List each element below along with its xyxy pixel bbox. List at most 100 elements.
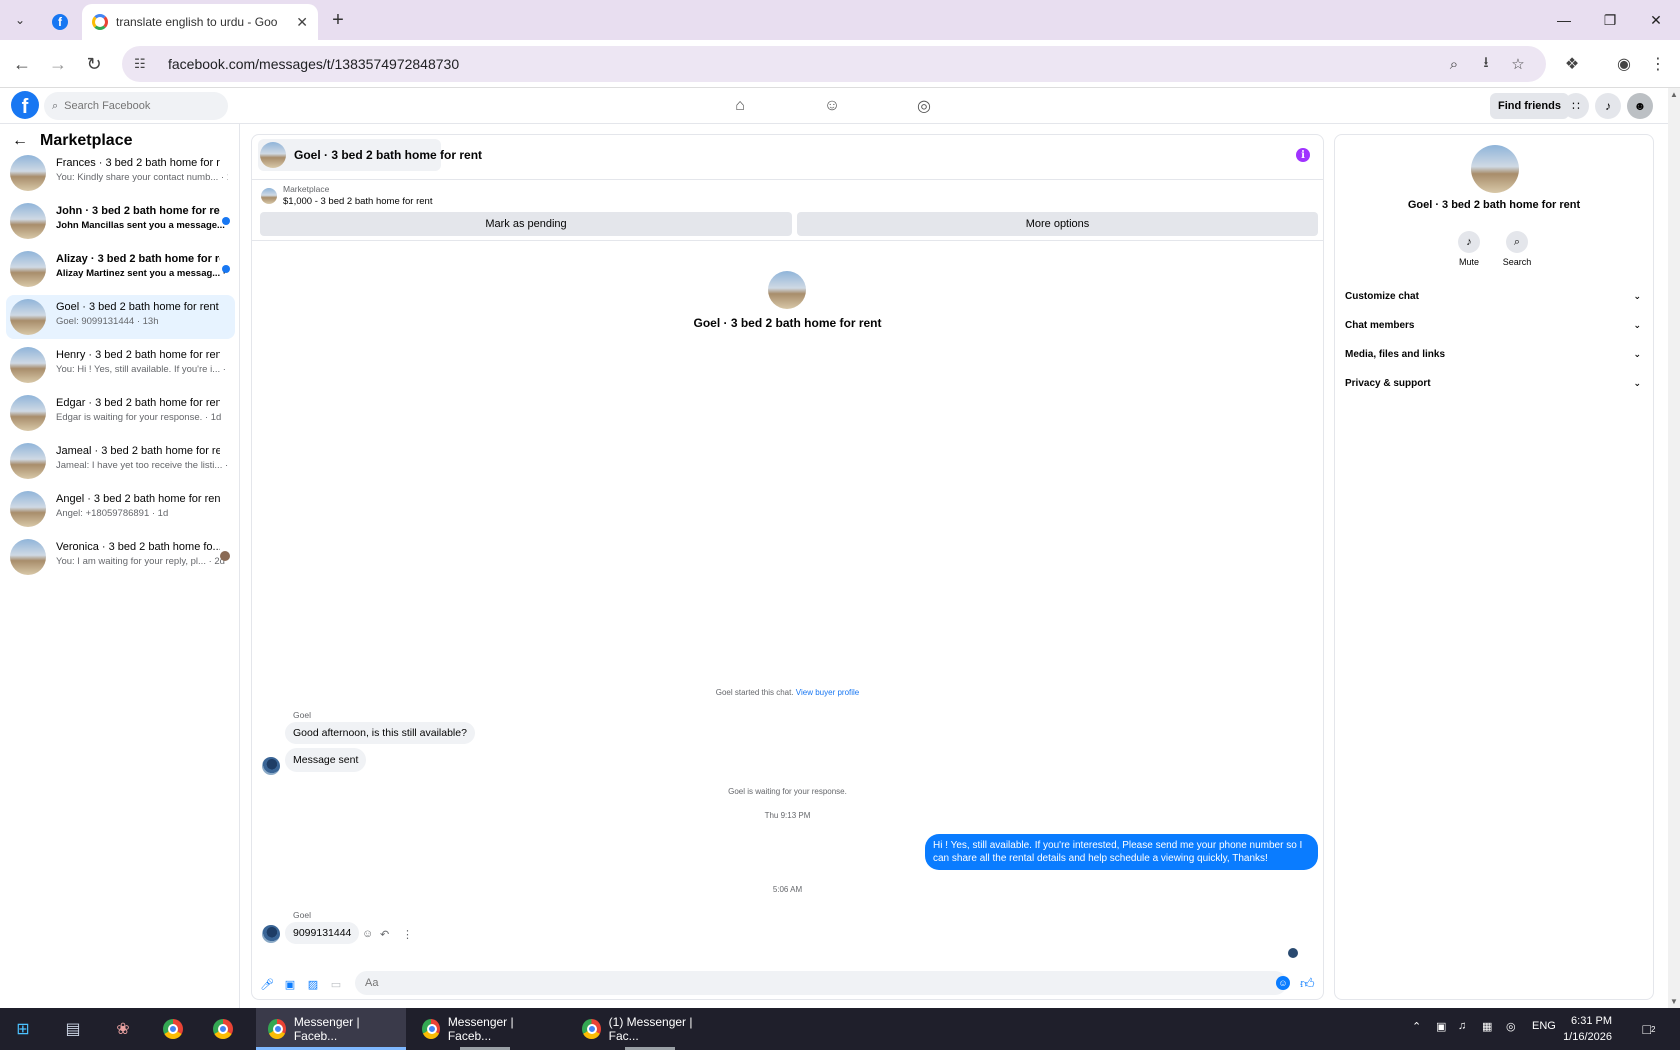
customize-chat-section[interactable]: Customize chat ⌄ [1345, 283, 1641, 309]
tab-active[interactable]: translate english to urdu - Goo ✕ [82, 4, 318, 40]
zoom-icon[interactable]: ⌕ [1438, 56, 1470, 73]
app-icon[interactable]: ❀ [110, 1016, 136, 1042]
address-bar[interactable]: ☷ facebook.com/messages/t/13835749728487… [122, 46, 1546, 82]
message-input[interactable] [365, 977, 1245, 989]
network-icon[interactable]: ▦ [1482, 1020, 1492, 1033]
install-app-icon[interactable]: ⭳ [1470, 52, 1502, 77]
message-input-box[interactable] [355, 971, 1287, 995]
new-tab-button[interactable]: + [326, 8, 350, 32]
chat-header[interactable]: Goel · 3 bed 2 bath home for rent [258, 139, 482, 171]
windows-start-icon[interactable]: ⊞ [10, 1016, 36, 1042]
app-icon[interactable]: ▤ [60, 1016, 86, 1042]
notifications-icon[interactable]: ♪ [1595, 93, 1621, 119]
facebook-logo[interactable]: f [11, 91, 39, 119]
browser-menu-icon[interactable]: ⋮ [1646, 52, 1670, 76]
outgoing-message[interactable]: Hi ! Yes, still available. If you're int… [925, 834, 1318, 870]
menu-grid-icon[interactable]: ∷ [1563, 93, 1589, 119]
search-input[interactable] [64, 100, 205, 112]
conversation-item[interactable]: Edgar · 3 bed 2 bath home for rent Edgar… [6, 391, 235, 435]
system-clock[interactable]: 6:31 PM 1/16/2026 [1532, 1013, 1612, 1045]
friends-icon[interactable]: ☺ [820, 94, 844, 118]
listing-thumbnail[interactable] [261, 188, 277, 204]
sender-avatar[interactable] [262, 925, 280, 943]
notification-count: 2 [1651, 1024, 1656, 1034]
info-name: Goel · 3 bed 2 bath home for rent [1407, 199, 1581, 211]
url-text[interactable]: facebook.com/messages/t/1383574972848730 [168, 56, 1438, 72]
window-close-icon[interactable]: ✕ [1636, 6, 1676, 34]
conversation-item[interactable]: Alizay · 3 bed 2 bath home for re... Ali… [6, 247, 235, 291]
tab-close-icon[interactable]: ✕ [296, 14, 308, 31]
emoji-icon[interactable]: ☺ [1276, 976, 1290, 990]
browser-toolbar: ← → ↻ ☷ facebook.com/messages/t/13835749… [0, 40, 1680, 88]
privacy-support-section[interactable]: Privacy & support ⌄ [1345, 370, 1641, 396]
groups-icon[interactable]: ◎ [912, 94, 936, 118]
taskbar-app-messenger[interactable]: (1) Messenger | Fac... [570, 1008, 730, 1050]
tab-facebook-pinned[interactable]: f [44, 8, 76, 36]
voice-clip-icon[interactable]: 🎤︎ [260, 977, 274, 991]
unread-dot [222, 265, 230, 273]
incoming-message[interactable]: Message sent [285, 748, 367, 772]
conversation-item[interactable]: John · 3 bed 2 bath home for rent John M… [6, 199, 235, 243]
meet-icon[interactable]: ▣ [1436, 1020, 1446, 1033]
notification-center-icon[interactable]: □ 2 [1636, 1016, 1662, 1042]
taskbar-app-messenger[interactable]: Messenger | Faceb... [410, 1008, 560, 1050]
back-icon[interactable]: ← [8, 50, 36, 78]
sender-avatar[interactable] [262, 757, 280, 775]
chat-panel: Goel · 3 bed 2 bath home for rent i Mark… [251, 134, 1324, 1000]
view-buyer-profile-link[interactable]: View buyer profile [796, 688, 859, 697]
info-icon[interactable]: i [1296, 148, 1310, 162]
conversation-item[interactable]: Frances · 3 bed 2 bath home for rent You… [6, 151, 235, 195]
home-icon[interactable]: ⌂ [728, 94, 752, 118]
minimize-icon[interactable]: — [1544, 6, 1584, 34]
reply-icon[interactable]: ↶ [380, 928, 389, 941]
section-label: Media, files and links [1345, 348, 1446, 360]
gif-icon[interactable]: ▭ [329, 977, 343, 991]
chat-members-section[interactable]: Chat members ⌄ [1345, 312, 1641, 338]
sticker-icon[interactable]: ▨ [306, 977, 320, 991]
restore-icon[interactable]: ❐ [1590, 6, 1630, 34]
page-scrollbar[interactable]: ▲ ▼ [1668, 88, 1680, 1008]
more-actions-icon[interactable]: ⋮ [402, 928, 413, 941]
facebook-search[interactable]: ⌕ [44, 92, 228, 120]
info-avatar[interactable] [1471, 145, 1519, 193]
account-avatar[interactable]: ☻ [1627, 93, 1653, 119]
search-conversation-button[interactable]: ⌕ Search [1495, 231, 1539, 267]
bookmark-star-icon[interactable]: ☆ [1502, 55, 1534, 73]
attach-photo-icon[interactable]: ▣ [283, 977, 297, 991]
mute-button[interactable]: ♪ Mute [1447, 231, 1491, 267]
chrome-icon[interactable] [160, 1016, 186, 1042]
conversation-item[interactable]: Henry · 3 bed 2 bath home for rent You: … [6, 343, 235, 387]
conversation-item[interactable]: Veronica · 3 bed 2 bath home fo... You: … [6, 535, 235, 579]
reload-icon[interactable]: ↻ [80, 50, 108, 78]
taskbar-app-label: (1) Messenger | Fac... [608, 1015, 693, 1043]
scroll-up-icon[interactable]: ▲ [1670, 90, 1678, 99]
mark-as-pending-button[interactable]: Mark as pending [260, 212, 792, 236]
profile-icon[interactable]: ◉ [1612, 52, 1636, 76]
scroll-down-icon[interactable]: ▼ [1670, 997, 1678, 1006]
tab-search-dropdown-icon[interactable]: ⌄ [8, 8, 32, 32]
back-arrow-icon[interactable]: ← [12, 132, 28, 150]
thumbs-up-icon[interactable]: 👍︎ [1300, 975, 1315, 992]
sender-name: Goel [293, 910, 311, 920]
incoming-message[interactable]: Good afternoon, is this still available? [285, 722, 475, 744]
conversation-item-selected[interactable]: Goel · 3 bed 2 bath home for rent Goel: … [6, 295, 235, 339]
site-info-icon[interactable]: ☷ [134, 56, 156, 72]
find-friends-button[interactable]: Find friends [1490, 93, 1569, 119]
react-emoji-icon[interactable]: ☺ [362, 928, 373, 940]
tray-app-icon[interactable]: ◎ [1506, 1020, 1516, 1033]
conversation-name: Henry · 3 bed 2 bath home for rent [56, 349, 220, 361]
volume-icon[interactable]: ♫ [1458, 1020, 1466, 1032]
chrome-icon[interactable] [210, 1016, 236, 1042]
tab-title: translate english to urdu - Goo [116, 15, 278, 29]
extensions-icon[interactable]: ❖ [1560, 52, 1584, 76]
listing-price-title[interactable]: $1,000 - 3 bed 2 bath home for rent [283, 196, 432, 207]
taskbar-app-messenger[interactable]: Messenger | Faceb... [256, 1008, 406, 1050]
incoming-message[interactable]: 9099131444 [285, 922, 360, 944]
media-files-links-section[interactable]: Media, files and links ⌄ [1345, 341, 1641, 367]
show-hidden-icons-icon[interactable]: ⌃ [1412, 1020, 1421, 1033]
more-options-button[interactable]: More options [797, 212, 1318, 236]
forward-icon[interactable]: → [44, 50, 72, 78]
conversation-item[interactable]: Jameal · 3 bed 2 bath home for rent Jame… [6, 439, 235, 483]
conversation-item[interactable]: Angel · 3 bed 2 bath home for rent Angel… [6, 487, 235, 531]
conversation-name: Alizay · 3 bed 2 bath home for re... [56, 253, 220, 265]
